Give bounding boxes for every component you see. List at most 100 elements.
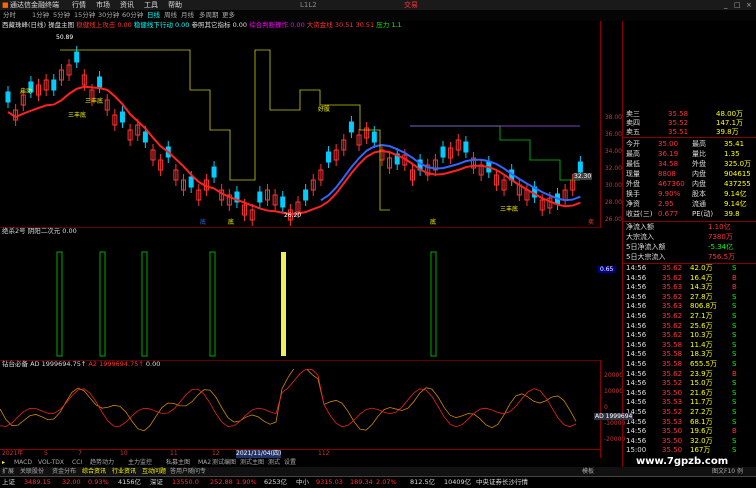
tab-test2[interactable]: 测式主图: [240, 458, 264, 467]
trade-cell: 35.50: [662, 446, 683, 455]
tab-related[interactable]: 关联股份: [20, 467, 44, 476]
tab-ext[interactable]: 扩展: [2, 467, 14, 476]
tab-news[interactable]: 综合资讯: [82, 467, 106, 476]
tab-settings[interactable]: 设置: [284, 458, 296, 467]
tab-test3[interactable]: 测式: [268, 458, 280, 467]
ad-oscillator-chart[interactable]: [0, 369, 598, 449]
period-daily[interactable]: 日线: [147, 10, 160, 21]
trade-cell: S: [732, 331, 737, 340]
trade-cell: 14:56: [626, 264, 647, 272]
signal-label-i: 底: [430, 219, 437, 226]
trade-cell: B: [732, 369, 737, 378]
tab-cci[interactable]: CCI: [72, 458, 82, 467]
trade-cell: 167万: [690, 446, 711, 455]
x-cursor-date: 2021/11/04(四): [236, 450, 282, 458]
tab-private[interactable]: 私募主图: [166, 458, 190, 467]
trade-cell: 25.6万: [690, 321, 713, 330]
period-60min[interactable]: 60分钟: [122, 10, 143, 21]
main-chart-header: 西藏珠峰(日线) 操盘主图 稳健线上攻击 0.00 稳健线下行动 0.00 参照…: [2, 21, 622, 30]
trade-cell: 35.52: [662, 408, 683, 416]
signal-bar: [99, 251, 106, 357]
tab-industry[interactable]: 行业资讯: [112, 467, 136, 476]
tab-vol[interactable]: VOL-TDX: [38, 458, 64, 467]
quote-cell: 流通: [692, 200, 706, 208]
period-1min[interactable]: 1分钟: [32, 10, 49, 21]
close-icon[interactable]: ×: [746, 0, 752, 10]
candle: [5, 91, 11, 103]
tab-monitor[interactable]: 主力监控: [128, 458, 152, 467]
tab-trend[interactable]: 趋势动力: [90, 458, 114, 467]
trade-cell: 14:56: [626, 302, 647, 311]
trade-cell: 32.0万: [690, 436, 713, 445]
ind5-value: 30.51: [334, 21, 354, 29]
y-tick-36: 36.00: [604, 131, 622, 138]
tab-macd[interactable]: MACD: [14, 458, 32, 467]
period-weekly[interactable]: 周线: [164, 10, 177, 21]
trade-cell: S: [732, 436, 737, 445]
x-label-5: 5: [44, 450, 48, 457]
index-status-bar: 上证 3489.15 32.00 0.93% 4156亿 深证 13550.0 …: [0, 476, 756, 487]
sh-amount: 4156亿: [118, 478, 142, 486]
ind6-value: 30.51: [355, 21, 375, 29]
candle: [280, 196, 286, 208]
tab-ma2[interactable]: MA2: [198, 458, 211, 467]
candlestick-chart[interactable]: [0, 30, 598, 226]
news-ticker[interactable]: 中央证券长沙行情: [476, 477, 528, 488]
sh-change: 32.00: [62, 478, 81, 486]
period-monthly[interactable]: 月线: [181, 10, 194, 21]
trade-cell: S: [732, 340, 737, 349]
trade-cell: 35.62: [662, 312, 683, 320]
period-toolbar: 分时 1分钟 5分钟 15分钟 30分钟 60分钟 日线 周线 月线 多周期 更…: [0, 10, 756, 21]
menu-news[interactable]: 资讯: [120, 0, 134, 10]
tab-template[interactable]: 模板: [582, 467, 594, 476]
minimize-icon[interactable]: _: [724, 0, 728, 10]
period-more[interactable]: 更多: [222, 10, 235, 21]
quote-cell: 1.35: [724, 150, 740, 158]
period-30min[interactable]: 30分钟: [98, 10, 119, 21]
sh-label[interactable]: 上证: [2, 477, 15, 488]
panel3-title[interactable]: 钻台必备: [2, 360, 28, 368]
zx-change: 189.34: [350, 478, 373, 486]
candle: [371, 131, 377, 143]
trade-cell: 14:56: [626, 436, 647, 445]
quote-cell: 467360: [658, 180, 685, 188]
maximize-icon[interactable]: □: [734, 0, 741, 10]
menu-market[interactable]: 市场: [96, 0, 110, 10]
period-5min[interactable]: 5分钟: [53, 10, 70, 21]
panel2-value-tag: 0.65: [598, 266, 616, 273]
candle: [440, 146, 446, 158]
tab-expand-icon[interactable]: ▸: [2, 458, 5, 467]
zx-label[interactable]: 中小: [296, 477, 309, 488]
tab-user-q[interactable]: 答用户随问专: [170, 467, 206, 476]
x-label-2021: 2021年: [2, 450, 24, 457]
trade-cell: S: [732, 292, 737, 301]
sz-label[interactable]: 深证: [150, 477, 163, 488]
trade-cell: 14:56: [626, 283, 647, 292]
menu-quotes[interactable]: 行情: [72, 0, 86, 10]
tab-test1[interactable]: 测试编图: [212, 458, 236, 467]
trade-button[interactable]: 交易: [404, 0, 418, 10]
panel2-value: 0.00: [62, 227, 77, 235]
trade-cell: 21.6万: [690, 388, 713, 397]
period-multi[interactable]: 多周期: [199, 10, 219, 21]
signal-bars-chart[interactable]: [0, 236, 598, 360]
tab-qa[interactable]: 互动问题: [142, 467, 166, 476]
period-15min[interactable]: 15分钟: [74, 10, 95, 21]
menu-help[interactable]: 帮助: [168, 0, 182, 10]
signal-bar: [141, 251, 148, 357]
trade-cell: B: [732, 283, 737, 292]
period-intraday[interactable]: 分时: [3, 10, 16, 21]
tab-f10[interactable]: 图文F10 例: [712, 467, 743, 476]
panel2-title[interactable]: 绝杀2号: [2, 227, 26, 235]
ind2-value: 0.00: [174, 21, 190, 29]
tab-fund[interactable]: 资金分布: [52, 467, 76, 476]
trade-cell: S: [732, 388, 737, 397]
panel3-value: 0.00: [145, 360, 161, 368]
indicator-name[interactable]: 操盘主图: [48, 21, 74, 29]
signal-label-g: 底: [200, 219, 207, 226]
menu-tools[interactable]: 工具: [144, 0, 158, 10]
flow-value: 7380万: [708, 233, 733, 241]
y-tick-30: 30.00: [604, 182, 622, 189]
a2-value: 1999694.75↑: [99, 360, 144, 368]
trade-cell: 35.58: [662, 350, 683, 359]
